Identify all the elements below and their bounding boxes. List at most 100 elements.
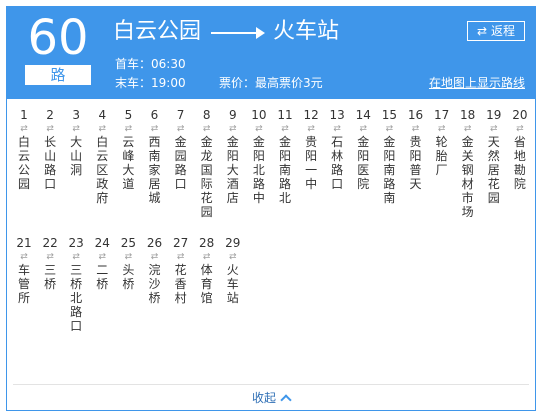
direction-arrows-icon: ⇄ — [20, 252, 28, 262]
stop-number: 25 — [120, 236, 137, 250]
stop-number: 1 — [20, 108, 28, 122]
stop-item[interactable]: 6 ⇄ 西南家居城 — [142, 107, 168, 205]
stop-name: 火车站 — [226, 263, 239, 305]
stop-item[interactable]: 21 ⇄ 车管所 — [11, 235, 37, 305]
stop-name: 省地勘院 — [513, 135, 526, 191]
stop-name: 天然居花园 — [487, 135, 500, 205]
stop-item[interactable]: 3 ⇄ 大山洞 — [63, 107, 89, 177]
stop-number: 8 — [202, 108, 211, 122]
stop-number: 12 — [303, 108, 319, 122]
stop-name: 花香村 — [174, 263, 187, 305]
collapse-button[interactable]: 收起 — [7, 390, 535, 406]
stop-item[interactable]: 4 ⇄ 白云区政府 — [89, 107, 115, 205]
stop-number: 5 — [124, 108, 133, 122]
stop-item[interactable]: 8 ⇄ 金龙国际花园 — [194, 107, 220, 219]
stop-item[interactable]: 20 ⇄ 省地勘院 — [507, 107, 533, 191]
stop-item[interactable]: 1 ⇄ 白云公园 — [11, 107, 37, 191]
direction-arrows-icon: ⇄ — [281, 124, 289, 134]
stop-item[interactable]: 17 ⇄ 轮胎厂 — [429, 107, 455, 177]
stop-item[interactable]: 29 ⇄ 火车站 — [220, 235, 246, 305]
stop-item[interactable]: 23 ⇄ 三桥北路口 — [63, 235, 89, 333]
stop-number: 13 — [329, 108, 345, 122]
stop-item[interactable]: 7 ⇄ 金园路口 — [168, 107, 194, 191]
stop-name: 金阳南路南 — [383, 135, 396, 205]
stop-name: 石林路口 — [331, 135, 344, 191]
direction-arrows-icon: ⇄ — [72, 252, 80, 262]
stop-number: 21 — [16, 236, 32, 250]
stop-item[interactable]: 24 ⇄ 二桥 — [89, 235, 115, 291]
route-header: 60 路 白云公园 火车站 ⇄ 返程 首车：06:30 末车：19:00 票价：… — [7, 7, 535, 99]
stop-number: 11 — [277, 108, 293, 122]
direction-arrows-icon: ⇄ — [202, 252, 211, 262]
stop-number: 3 — [72, 108, 80, 122]
direction-arrows-icon: ⇄ — [20, 124, 28, 134]
first-bus-time: 首车：06:30 — [115, 57, 186, 71]
stop-name: 金阳大酒店 — [226, 135, 239, 205]
direction-arrows-icon: ⇄ — [124, 124, 133, 134]
divider — [13, 384, 529, 385]
direction-arrows-icon: ⇄ — [359, 124, 368, 134]
stop-number: 24 — [94, 236, 110, 250]
destination-stop: 火车站 — [273, 19, 340, 44]
stop-item[interactable]: 28 ⇄ 体育馆 — [194, 235, 220, 305]
stop-item[interactable]: 26 ⇄ 浣沙桥 — [142, 235, 168, 305]
stop-item[interactable]: 22 ⇄ 三桥 — [37, 235, 63, 291]
stop-number: 9 — [228, 108, 237, 122]
stop-item[interactable]: 16 ⇄ 贵阳普天 — [403, 107, 429, 191]
stop-name: 金龙国际花园 — [200, 135, 213, 219]
direction-arrows-icon: ⇄ — [229, 252, 237, 262]
stop-name: 长山路口 — [44, 135, 57, 191]
stop-name: 白云公园 — [17, 135, 30, 191]
stop-name: 体育馆 — [200, 263, 213, 305]
stop-item[interactable]: 13 ⇄ 石林路口 — [324, 107, 350, 191]
bus-route-panel: 60 路 白云公园 火车站 ⇄ 返程 首车：06:30 末车：19:00 票价：… — [6, 6, 536, 411]
reverse-route-button[interactable]: ⇄ 返程 — [467, 21, 525, 41]
stop-name: 金阳北路中 — [252, 135, 265, 205]
stop-name: 金园路口 — [174, 135, 187, 191]
direction-arrows-icon: ⇄ — [176, 252, 185, 262]
stop-name: 浣沙桥 — [148, 263, 161, 305]
stop-number: 15 — [381, 108, 398, 122]
stop-item[interactable]: 27 ⇄ 花香村 — [168, 235, 194, 305]
last-bus-time: 末车：19:00 — [115, 76, 186, 90]
direction-arrows-icon: ⇄ — [385, 124, 394, 134]
stop-item[interactable]: 19 ⇄ 天然居花园 — [481, 107, 507, 205]
stop-item[interactable]: 5 ⇄ 云峰大道 — [115, 107, 141, 191]
collapse-label: 收起 — [251, 391, 276, 405]
route-suffix: 路 — [25, 65, 91, 85]
stop-item[interactable]: 11 ⇄ 金阳南路北 — [272, 107, 298, 205]
direction-arrows-icon: ⇄ — [490, 124, 498, 134]
direction-arrows-icon: ⇄ — [98, 252, 107, 262]
stop-number: 16 — [407, 108, 424, 122]
stop-item[interactable]: 2 ⇄ 长山路口 — [37, 107, 63, 191]
direction-arrows-icon: ⇄ — [124, 252, 133, 262]
direction-arrows-icon: ⇄ — [150, 252, 159, 262]
show-on-map-link[interactable]: 在地图上显示路线 — [429, 75, 525, 91]
stop-item[interactable]: 18 ⇄ 金关钢材市场 — [455, 107, 481, 219]
stop-number: 27 — [172, 236, 189, 250]
origin-stop: 白云公园 — [113, 19, 202, 44]
stop-item[interactable]: 25 ⇄ 头桥 — [115, 235, 141, 291]
stop-number: 28 — [199, 236, 215, 250]
stop-number: 2 — [46, 108, 54, 122]
stop-number: 7 — [176, 108, 185, 122]
stop-item[interactable]: 15 ⇄ 金阳南路南 — [376, 107, 402, 205]
stop-name: 头桥 — [122, 263, 135, 291]
stop-name: 车管所 — [17, 263, 30, 305]
stop-name: 贵阳普天 — [409, 135, 422, 191]
stop-item[interactable]: 10 ⇄ 金阳北路中 — [246, 107, 272, 205]
route-direction: 白云公园 火车站 — [113, 17, 339, 47]
stop-name: 三桥北路口 — [70, 263, 83, 333]
stop-number: 29 — [225, 236, 241, 250]
stop-item[interactable]: 14 ⇄ 金阳医院 — [350, 107, 376, 191]
direction-arrows-icon: ⇄ — [98, 124, 107, 134]
swap-icon: ⇄ — [477, 24, 488, 38]
direction-arrows-icon: ⇄ — [411, 124, 420, 134]
direction-arrows-icon: ⇄ — [516, 124, 524, 134]
stop-number: 26 — [146, 236, 163, 250]
stop-name: 金阳医院 — [357, 135, 370, 191]
stop-item[interactable]: 9 ⇄ 金阳大酒店 — [220, 107, 246, 205]
stop-item[interactable]: 12 ⇄ 贵阳一中 — [298, 107, 324, 191]
stop-name: 轮胎厂 — [435, 135, 448, 177]
direction-arrows-icon: ⇄ — [229, 124, 237, 134]
